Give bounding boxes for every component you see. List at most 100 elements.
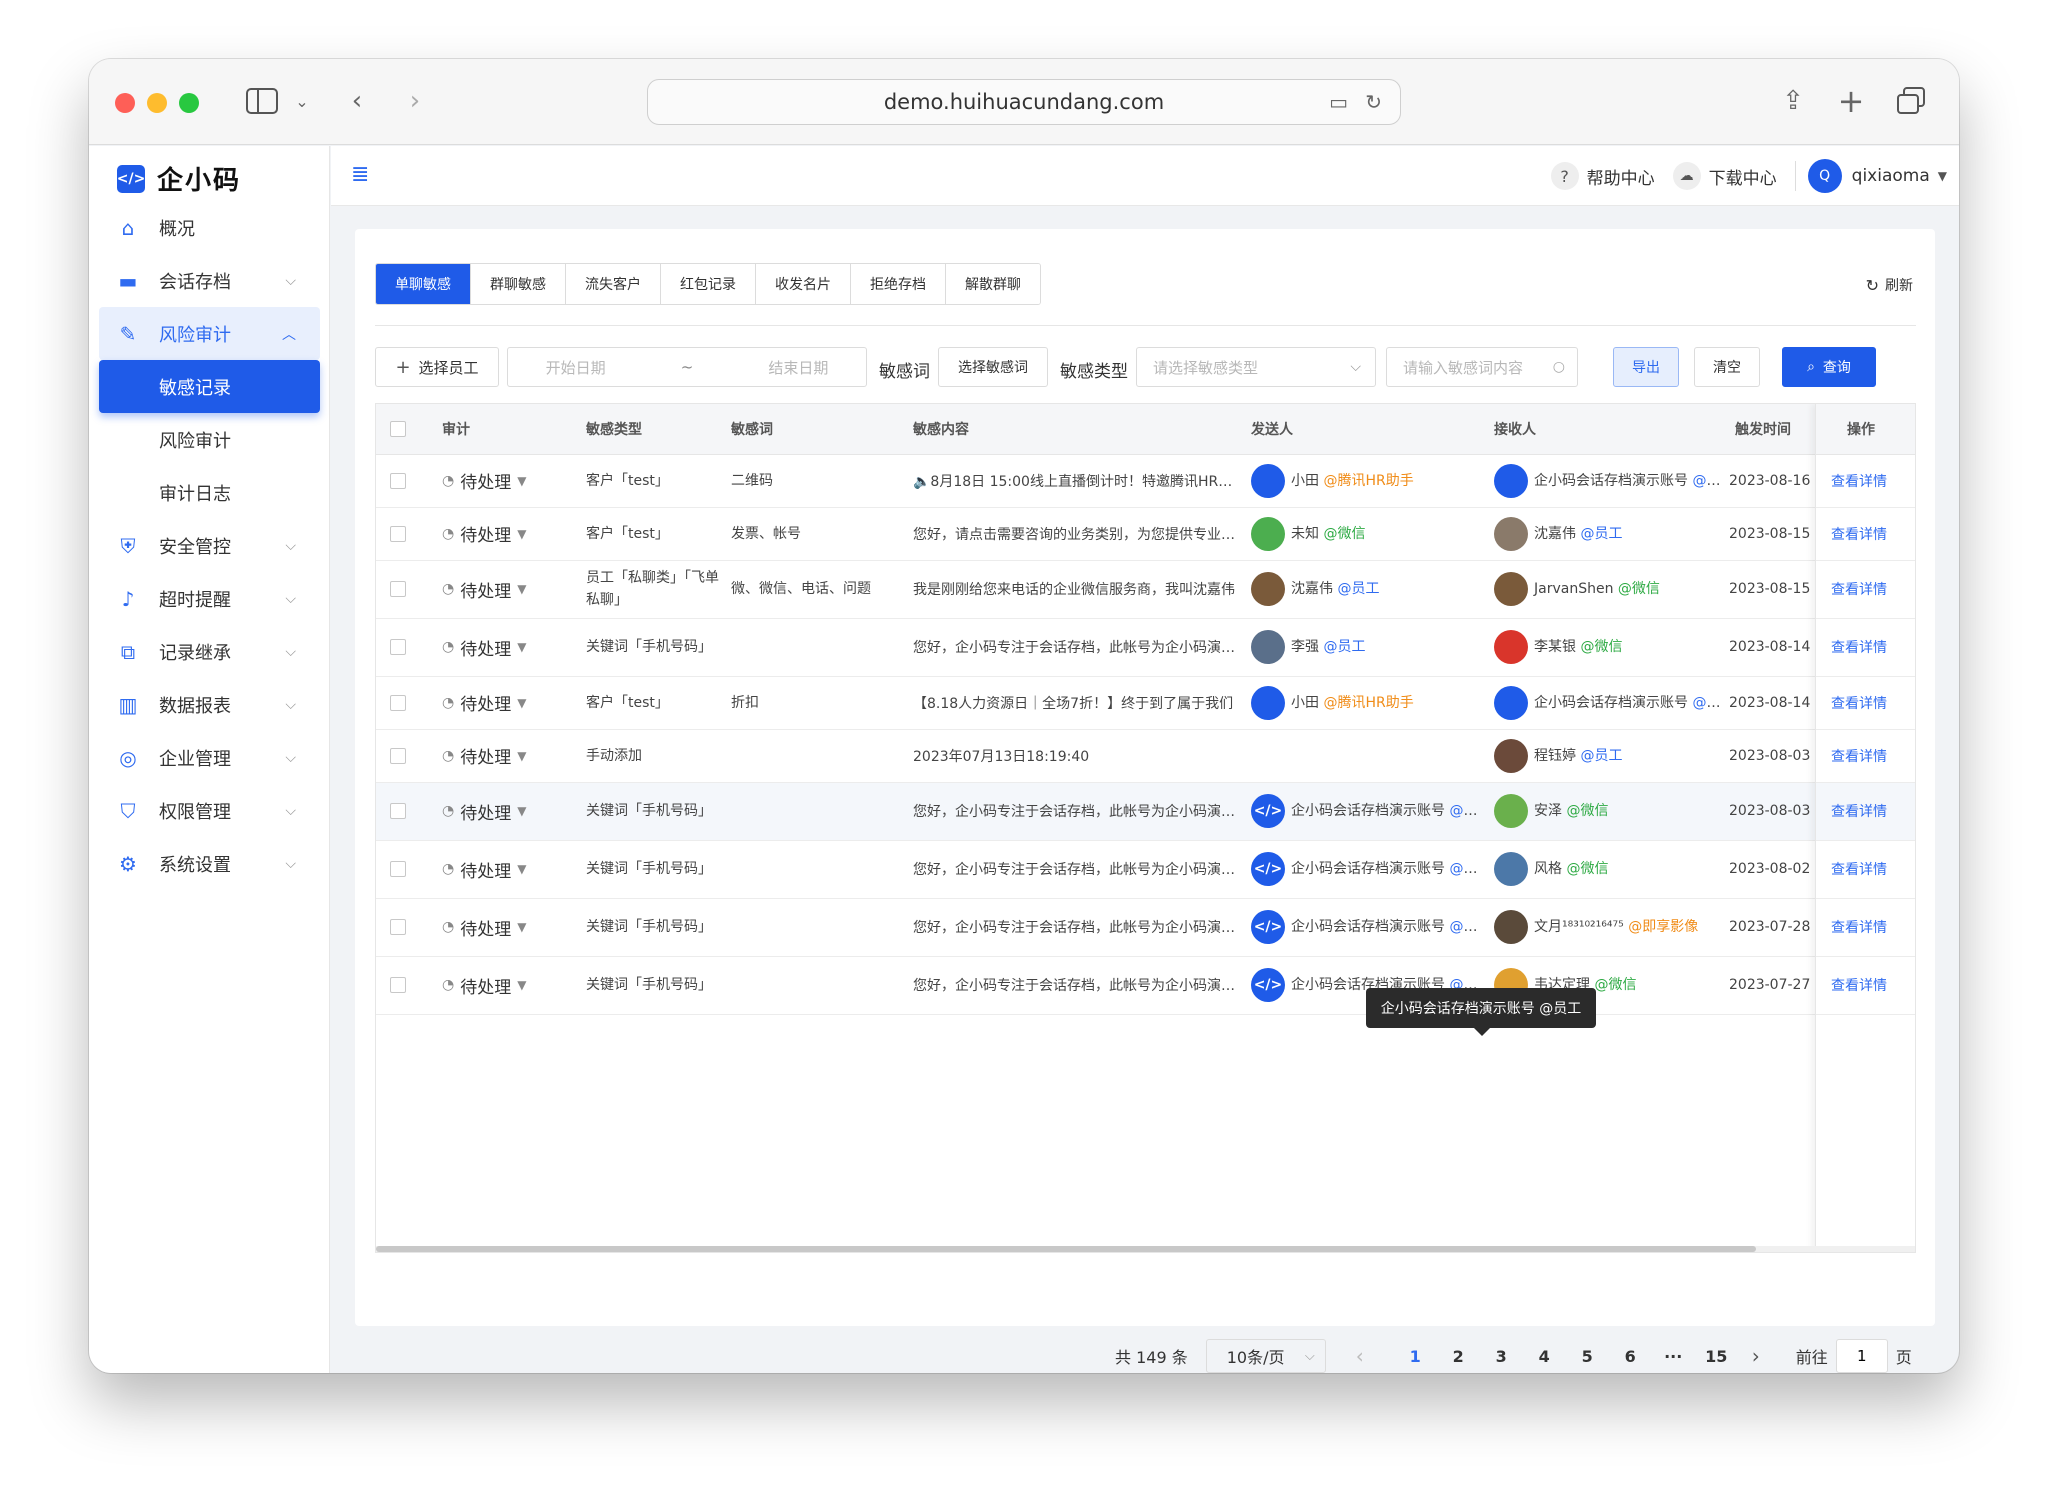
tab-lost-customers[interactable]: 流失客户	[566, 264, 661, 304]
minimize-window-button[interactable]	[147, 93, 167, 113]
goto-page-input[interactable]	[1835, 1339, 1888, 1373]
caret-down-icon[interactable]: ▼	[1938, 169, 1947, 183]
collapse-menu-icon[interactable]: ≣	[351, 162, 369, 187]
download-center-link[interactable]: 下载中心	[1709, 164, 1777, 189]
sidebar-item-timeout-reminder[interactable]: ♪ 超时提醒 ⌵	[89, 572, 330, 625]
audit-status-select[interactable]: ◔ 待处理 ▼	[442, 915, 526, 940]
sender-cell[interactable]: </> 企小码会话存档演示账号 @员工	[1241, 840, 1484, 899]
page-number[interactable]: 3	[1480, 1347, 1523, 1366]
cloud-download-icon[interactable]: ☁	[1672, 162, 1701, 190]
view-details-link[interactable]: 查看详情	[1831, 527, 1887, 543]
maximize-window-button[interactable]	[179, 93, 199, 113]
sidebar-item-risk-audit-sub[interactable]: 风险审计	[89, 413, 330, 466]
audit-status-select[interactable]: ◔ 待处理 ▼	[442, 468, 526, 494]
audit-status-select[interactable]: ◔ 待处理 ▼	[442, 973, 526, 998]
page-number[interactable]: 6	[1609, 1347, 1652, 1366]
help-icon[interactable]: ?	[1550, 162, 1579, 190]
select-staff-button[interactable]: + 选择员工	[375, 347, 499, 387]
horizontal-scrollbar[interactable]	[376, 1246, 1915, 1252]
sidebar-item-reports[interactable]: ▥ 数据报表 ⌵	[89, 678, 330, 731]
sidebar-item-record-inherit[interactable]: ⧉ 记录继承 ⌵	[89, 625, 330, 678]
sensitive-type-select[interactable]: 请选择敏感类型 ⌵	[1136, 347, 1376, 387]
row-checkbox[interactable]	[390, 747, 406, 764]
row-checkbox[interactable]	[390, 639, 406, 655]
end-date-input[interactable]: 结束日期	[768, 357, 828, 378]
sidebar-item-settings[interactable]: ⚙ 系统设置 ⌵	[89, 837, 330, 890]
start-date-input[interactable]: 开始日期	[546, 357, 606, 378]
sensitive-content-input[interactable]: 请输入敏感词内容 ○	[1386, 347, 1578, 387]
receiver-cell[interactable]: 安泽 @微信	[1484, 782, 1725, 841]
sender-cell[interactable]: </> 企小码会话存档演示账号 @员工	[1241, 898, 1484, 957]
page-number[interactable]: 2	[1437, 1347, 1480, 1366]
next-page-icon[interactable]: ›	[1752, 1344, 1760, 1368]
clear-button[interactable]: 清空	[1694, 347, 1760, 387]
page-size-select[interactable]: 10条/页 ⌵	[1205, 1339, 1326, 1373]
audit-status-select[interactable]: ◔ 待处理 ▼	[442, 577, 526, 602]
tab-single-chat-sensitive[interactable]: 单聊敏感	[376, 264, 471, 304]
receiver-cell[interactable]: 文月¹⁸³¹⁰²¹⁶⁴⁷⁵ @即享影像	[1484, 898, 1725, 957]
sender-cell[interactable]: </> 企小码会话存档演示账号 @员工	[1241, 782, 1484, 841]
row-checkbox[interactable]	[390, 581, 406, 597]
query-button[interactable]: ⌕ 查询	[1782, 347, 1876, 387]
view-details-link[interactable]: 查看详情	[1831, 920, 1887, 936]
help-center-link[interactable]: 帮助中心	[1587, 164, 1655, 189]
tab-display-icon[interactable]: ▭	[1329, 90, 1348, 114]
sender-cell[interactable]: 小田 @腾讯HR助手	[1241, 676, 1484, 730]
app-logo[interactable]: </> 企小码	[117, 160, 241, 197]
row-checkbox[interactable]	[390, 472, 406, 489]
url-bar[interactable]: demo.huihuacundang.com ▭ ↻	[647, 79, 1401, 125]
page-number[interactable]: 4	[1523, 1347, 1566, 1366]
date-range-picker[interactable]: 开始日期 ~ 结束日期	[507, 347, 867, 387]
view-details-link[interactable]: 查看详情	[1831, 804, 1887, 820]
receiver-cell[interactable]: 李某银 @微信	[1484, 618, 1725, 677]
close-window-button[interactable]	[115, 93, 135, 113]
page-number[interactable]: ···	[1652, 1347, 1695, 1366]
row-checkbox[interactable]	[390, 803, 406, 819]
view-details-link[interactable]: 查看详情	[1831, 474, 1887, 490]
scrollbar-thumb[interactable]	[376, 1246, 1756, 1252]
select-sensitive-word-button[interactable]: 选择敏感词	[938, 347, 1048, 387]
sidebar-item-permissions[interactable]: ⛉ 权限管理 ⌵	[89, 784, 330, 837]
sender-cell[interactable]: 小田 @腾讯HR助手	[1241, 454, 1484, 508]
share-icon[interactable]: ⇪	[1779, 81, 1807, 121]
page-number[interactable]: 1	[1394, 1347, 1437, 1366]
tabs-overview-icon[interactable]	[1895, 81, 1927, 121]
prev-page-icon[interactable]: ‹	[1356, 1344, 1364, 1368]
back-icon[interactable]: ‹	[345, 81, 369, 121]
sender-cell[interactable]: 沈嘉伟 @员工	[1241, 560, 1484, 619]
audit-status-select[interactable]: ◔ 待处理 ▼	[442, 690, 526, 716]
select-all-checkbox[interactable]	[390, 420, 406, 437]
audit-status-select[interactable]: ◔ 待处理 ▼	[442, 635, 526, 660]
row-checkbox[interactable]	[390, 977, 406, 993]
sender-cell[interactable]	[1241, 729, 1484, 783]
refresh-button[interactable]: ↻ 刷新	[1866, 275, 1913, 295]
tab-red-packets[interactable]: 红包记录	[661, 264, 756, 304]
view-details-link[interactable]: 查看详情	[1831, 749, 1887, 765]
sidebar-item-audit-log[interactable]: 审计日志	[89, 466, 330, 519]
avatar[interactable]: Q	[1807, 159, 1842, 193]
receiver-cell[interactable]: 企小码会话存档演示账号 @员工	[1484, 676, 1725, 730]
sidebar-item-org-management[interactable]: ◎ 企业管理 ⌵	[89, 731, 330, 784]
page-number[interactable]: 5	[1566, 1347, 1609, 1366]
new-tab-icon[interactable]: +	[1837, 81, 1865, 121]
sidebar-toggle-icon[interactable]	[244, 81, 280, 121]
receiver-cell[interactable]: 程钰婷 @员工	[1484, 729, 1725, 783]
receiver-cell[interactable]: 企小码会话存档演示账号 @员工	[1484, 454, 1725, 508]
tab-business-cards[interactable]: 收发名片	[756, 264, 851, 304]
view-details-link[interactable]: 查看详情	[1831, 696, 1887, 712]
view-details-link[interactable]: 查看详情	[1831, 978, 1887, 994]
sender-cell[interactable]: 李强 @员工	[1241, 618, 1484, 677]
audit-status-select[interactable]: ◔ 待处理 ▼	[442, 857, 526, 882]
audit-status-select[interactable]: ◔ 待处理 ▼	[442, 743, 526, 769]
receiver-cell[interactable]: 沈嘉伟 @员工	[1484, 507, 1725, 561]
forward-icon[interactable]: ›	[403, 81, 427, 121]
chevron-down-icon[interactable]: ⌄	[293, 81, 311, 121]
page-number[interactable]: 15	[1695, 1347, 1738, 1366]
tab-rejected-archive[interactable]: 拒绝存档	[851, 264, 946, 304]
sidebar-item-overview[interactable]: ⌂ 概况	[89, 201, 330, 254]
view-details-link[interactable]: 查看详情	[1831, 640, 1887, 656]
audit-status-select[interactable]: ◔ 待处理 ▼	[442, 521, 526, 547]
tab-group-chat-sensitive[interactable]: 群聊敏感	[471, 264, 566, 304]
sidebar-item-sensitive-records[interactable]: 敏感记录	[99, 360, 320, 413]
reload-icon[interactable]: ↻	[1365, 90, 1382, 114]
